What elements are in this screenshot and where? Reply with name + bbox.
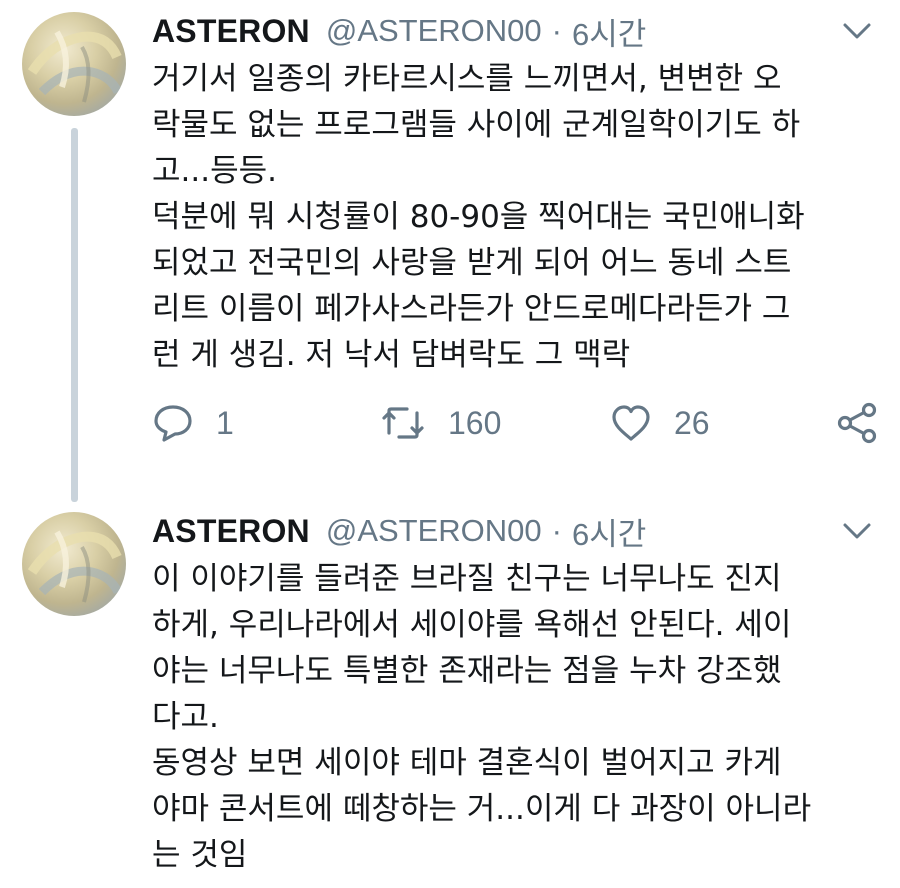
- reply-count: 1: [216, 404, 234, 441]
- retweet-count: 160: [448, 404, 502, 441]
- user-handle[interactable]: @ASTERON00: [326, 13, 542, 49]
- separator-dot: ·: [551, 513, 562, 548]
- chevron-down-icon[interactable]: [840, 520, 874, 542]
- tweet-text-line: 락물도 없는 프로그램들 사이에 군계일학이기도 하: [152, 107, 801, 143]
- tweet-text-line: 다고.: [152, 699, 219, 735]
- thread-connector: [71, 128, 78, 502]
- tweet-text-line: 런 게 생김. 저 낙서 담벼락도 그 맥락: [152, 337, 631, 373]
- retweet-icon: [382, 407, 424, 439]
- chevron-down-icon[interactable]: [840, 20, 874, 42]
- display-name[interactable]: ASTERON: [152, 13, 310, 50]
- timestamp[interactable]: 6시간: [572, 9, 646, 54]
- tweet-text-line: 야는 너무나도 특별한 존재라는 점을 누차 강조했: [152, 653, 782, 689]
- tweet-text-line: 되었고 전국민의 사랑을 받게 되어 어느 동네 스트: [152, 245, 792, 281]
- retweet-button[interactable]: 160: [380, 400, 501, 446]
- tweet-text-line: 는 것임: [152, 837, 248, 873]
- tweet-text-line: 덕분에 뭐 시청률이 80-90을 찍어대는 국민애니화: [152, 199, 805, 235]
- tweet-actions: 1 160 26: [152, 400, 882, 446]
- avatar[interactable]: [22, 512, 126, 616]
- tweet-header: ASTERON @ASTERON00 · 6시간: [152, 508, 646, 554]
- reply-icon: [154, 405, 192, 442]
- tweet-header: ASTERON @ASTERON00 · 6시간: [152, 8, 646, 54]
- avatar[interactable]: [22, 12, 126, 116]
- tweet-text: 거기서 일종의 카타르시스를 느끼면서, 변변한 오 락물도 없는 프로그램들 …: [152, 56, 882, 378]
- timestamp[interactable]: 6시간: [572, 509, 646, 554]
- tweet-text-line: 동영상 보면 세이야 테마 결혼식이 벌어지고 카게: [152, 745, 782, 781]
- tweet-text: 이 이야기를 들려준 브라질 친구는 너무나도 진지 하게, 우리나라에서 세이…: [152, 556, 882, 878]
- reply-button[interactable]: 1: [152, 400, 234, 446]
- tweet[interactable]: ASTERON @ASTERON00 · 6시간 이 이야기를 들려준 브라질 …: [0, 500, 900, 888]
- tweet-text-line: 리트 이름이 페가사스라든가 안드로메다라든가 그: [152, 291, 791, 327]
- tweet-text-line: 야마 콘서트에 떼창하는 거...이게 다 과장이 아니라: [152, 791, 812, 827]
- tweet-text-line: 하게, 우리나라에서 세이야를 욕해선 안된다. 세이: [152, 607, 792, 643]
- share-icon: [837, 402, 877, 444]
- tweet-text-line: 고...등등.: [152, 153, 277, 189]
- like-button[interactable]: 26: [610, 400, 710, 446]
- tweet-text-line: 거기서 일종의 카타르시스를 느끼면서, 변변한 오: [152, 61, 782, 97]
- separator-dot: ·: [551, 13, 562, 48]
- heart-icon: [612, 405, 650, 441]
- tweet[interactable]: ASTERON @ASTERON00 · 6시간 거기서 일종의 카타르시스를 …: [0, 0, 900, 502]
- like-count: 26: [674, 404, 710, 441]
- tweet-text-line: 이 이야기를 들려준 브라질 친구는 너무나도 진지: [152, 561, 782, 597]
- user-handle[interactable]: @ASTERON00: [326, 513, 542, 549]
- display-name[interactable]: ASTERON: [152, 513, 310, 550]
- share-button[interactable]: [836, 400, 878, 446]
